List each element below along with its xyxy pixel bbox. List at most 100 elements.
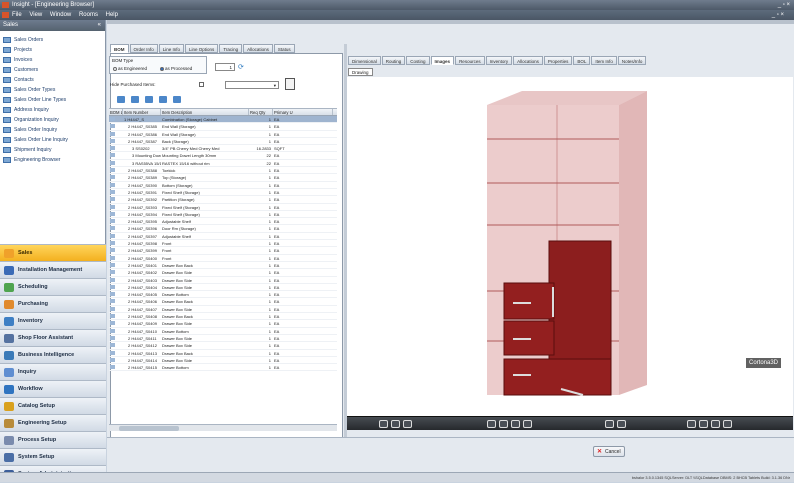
as-engineered-radio[interactable]: as Engineered: [113, 66, 147, 71]
app-menu-icon[interactable]: [2, 12, 9, 18]
table-row[interactable]: 3 Mounting Dowel Length 30mmMounting Dow…: [109, 152, 337, 160]
target-icon[interactable]: [605, 420, 614, 428]
left-tab[interactable]: Tracing: [219, 44, 243, 53]
module-button[interactable]: System Setup: [0, 448, 106, 465]
table-row[interactable]: 2 H4447_S0403 Drawer Box Side 1 EA: [109, 277, 337, 284]
filter-dropdown[interactable]: ▾: [225, 81, 279, 89]
menu-view[interactable]: View: [29, 12, 42, 18]
fit-icon[interactable]: [511, 420, 520, 428]
right-tab[interactable]: Properties: [543, 56, 573, 65]
table-row[interactable]: 2 H4447_S0390 Bottom (Storage) 1 EA: [109, 182, 337, 189]
as-processed-radio[interactable]: as Processed: [160, 66, 192, 71]
view-icon[interactable]: [403, 420, 412, 428]
table-row[interactable]: 2 H4447_S0392 Partition (Storage) 1 EA: [109, 196, 337, 204]
table-row[interactable]: 3 SS0202 3/4" PB Cherry Med Cherry Med 16.…: [109, 145, 337, 153]
sidebar-link[interactable]: Organization Inquiry: [0, 115, 105, 125]
left-tab[interactable]: Order Info: [129, 44, 158, 53]
table-row[interactable]: 2 H4447_S0397 Adjustable Shelf 1 EA: [109, 233, 337, 241]
module-button[interactable]: Sales: [0, 244, 106, 261]
link-icon[interactable]: [173, 96, 181, 103]
col-bom-level[interactable]: BOM Level: [109, 109, 123, 115]
move-icon[interactable]: [145, 96, 153, 103]
module-button[interactable]: Catalog Setup: [0, 397, 106, 414]
collapse-sidebar-button[interactable]: «: [98, 20, 101, 31]
play-icon[interactable]: [699, 420, 708, 428]
col-req-qty[interactable]: Req Qty: [249, 109, 273, 115]
undo-icon[interactable]: [711, 420, 720, 428]
table-row[interactable]: 2 H4447_S0402 Drawer Box Side 1 EA: [109, 269, 337, 277]
sidebar-link[interactable]: Sales Orders: [0, 35, 105, 45]
table-row[interactable]: 2 H4447_S0414 Drawer Box Side 1 EA: [109, 357, 337, 365]
table-row[interactable]: 2 H4447_S0391 Fixed Shelf (Storage) 1 EA: [109, 189, 337, 197]
table-row[interactable]: 2 H4447_S0386 End Wall (Storage) 1 EA: [109, 131, 337, 138]
left-tab[interactable]: BOM: [110, 44, 129, 53]
level-spinner[interactable]: 1: [215, 63, 235, 71]
table-row[interactable]: 2 H4447_S0404 Drawer Box Side 1 EA: [109, 284, 337, 292]
right-tab[interactable]: Item Info: [591, 56, 617, 65]
right-tab[interactable]: Notes/Info: [617, 56, 647, 65]
prev-icon[interactable]: [687, 420, 696, 428]
table-row[interactable]: 2 H4447_S0406 Drawer Box Back 1 EA: [109, 298, 337, 306]
module-button[interactable]: Installation Management: [0, 261, 106, 278]
module-button[interactable]: Inventory: [0, 312, 106, 329]
table-row[interactable]: 2 H4447_S0396 Door Rm (Storage) 1 EA: [109, 225, 337, 233]
menu-help[interactable]: Help: [106, 12, 118, 18]
table-row[interactable]: 2 H4447_S0398 Front 1 EA: [109, 240, 337, 248]
document-icon[interactable]: [285, 78, 295, 90]
drawing-tab[interactable]: Drawing: [348, 68, 373, 76]
mdi-controls[interactable]: _ ▫ ×: [772, 10, 784, 20]
rotate-icon[interactable]: [379, 420, 388, 428]
table-row[interactable]: 2 H4447_S0387 Back (Storage) 1 EA: [109, 138, 337, 146]
table-row[interactable]: 2 H4447_S0408 Drawer Box Back 1 EA: [109, 313, 337, 321]
table-row[interactable]: 2 H4447_S0405 Drawer Bottom 1 EA: [109, 291, 337, 299]
module-button[interactable]: Shop Floor Assistant: [0, 329, 106, 346]
table-row[interactable]: 2 H4447_S0407 Drawer Box Side 1 EA: [109, 306, 337, 314]
collapse-icon[interactable]: [131, 96, 139, 103]
table-row[interactable]: 2 H4447_S0393 Fixed Shelf (Storage) 1 EA: [109, 204, 337, 211]
module-button[interactable]: Process Setup: [0, 431, 106, 448]
table-row[interactable]: 2 H4447_S0394 Fixed Shelf (Storage) 1 EA: [109, 211, 337, 219]
walk-icon[interactable]: [391, 420, 400, 428]
menu-file[interactable]: File: [12, 12, 22, 18]
module-button[interactable]: Scheduling: [0, 278, 106, 295]
right-tab[interactable]: Images: [430, 56, 455, 65]
cancel-button[interactable]: ✕ Cancel: [593, 446, 625, 457]
sidebar-link[interactable]: Sales Order Line Inquiry: [0, 135, 105, 145]
table-row[interactable]: 2 H4447_S0385 End Wall (Storage) 1 EA: [109, 123, 337, 131]
table-row[interactable]: 2 H4447_S0410 Drawer Bottom 1 EA: [109, 328, 337, 335]
table-row[interactable]: 2 H4447_S0399 Front 1 EA: [109, 247, 337, 255]
sidebar-link[interactable]: Invoices: [0, 55, 105, 65]
col-item-number[interactable]: Item Number: [123, 109, 161, 115]
table-row[interactable]: 2 H4447_S0389 Top (Storage) 1 EA: [109, 174, 337, 182]
left-tab[interactable]: Line Info: [158, 44, 185, 53]
table-row[interactable]: 2 H4447_S0401 Drawer Box Back 1 EA: [109, 262, 337, 270]
grid-horizontal-scrollbar[interactable]: [109, 424, 337, 431]
col-item-description[interactable]: Item Description: [161, 109, 249, 115]
table-row[interactable]: 2 H4447_S0400 Front 1 EA: [109, 255, 337, 262]
table-row[interactable]: 2 H4447_S0411 Drawer Box Side 1 EA: [109, 335, 337, 343]
table-row[interactable]: 2 H4447_S0395 Adjustable Shelf 1 EA: [109, 218, 337, 226]
module-button[interactable]: Engineering Setup: [0, 414, 106, 431]
right-tab[interactable]: Inventory: [485, 56, 513, 65]
close-view-icon[interactable]: [723, 420, 732, 428]
right-tab[interactable]: BOL: [573, 56, 591, 65]
hide-purchased-checkbox[interactable]: [199, 82, 204, 87]
left-tab[interactable]: Status: [273, 44, 295, 53]
sidebar-link[interactable]: Contacts: [0, 75, 105, 85]
right-tab[interactable]: Dimensional: [348, 56, 381, 65]
sidebar-link[interactable]: Sales Order Inquiry: [0, 125, 105, 135]
col-primary-uom[interactable]: Primary U: [273, 109, 333, 115]
sidebar-link[interactable]: Sales Order Line Types: [0, 95, 105, 105]
table-row[interactable]: 2 H4447_S0412 Drawer Box Side 1 EA: [109, 342, 337, 350]
menu-window[interactable]: Window: [50, 12, 71, 18]
table-row[interactable]: 2 H4447_S0409 Drawer Box Side 1 EA: [109, 320, 337, 328]
export-icon[interactable]: [159, 96, 167, 103]
left-tab[interactable]: Allocations: [243, 44, 273, 53]
reset-icon[interactable]: [523, 420, 532, 428]
3d-viewer[interactable]: Cortona3D: [347, 77, 793, 416]
table-row[interactable]: 2 H4447_S0415 Drawer Bottom 1 EA: [109, 364, 337, 372]
sidebar-link[interactable]: Projects: [0, 45, 105, 55]
module-button[interactable]: Business Intelligence: [0, 346, 106, 363]
table-row[interactable]: 3 RAS55VA 15/16 without rimRASTEX 15/16 …: [109, 160, 337, 168]
right-tab[interactable]: Allocations: [513, 56, 543, 65]
